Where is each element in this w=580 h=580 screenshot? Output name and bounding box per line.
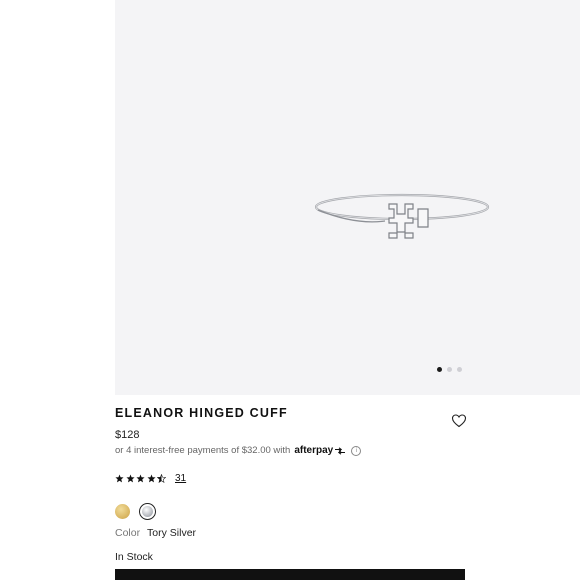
product-image[interactable] <box>115 0 580 395</box>
color-value: Tory Silver <box>147 527 197 539</box>
gallery-dot-3[interactable] <box>457 367 462 372</box>
heart-icon[interactable] <box>451 413 467 429</box>
info-icon[interactable]: i <box>351 445 362 456</box>
half-star-icon <box>157 474 166 483</box>
stock-status: In Stock <box>115 551 153 563</box>
star-icon <box>115 474 124 483</box>
star-icon <box>136 474 145 483</box>
gallery-dot-2[interactable] <box>447 367 452 372</box>
installment-text: or 4 interest-free payments of $32.00 wi… <box>115 445 291 456</box>
gallery-pagination <box>437 367 462 372</box>
bracelet-image <box>315 193 490 239</box>
product-rating[interactable]: 31 <box>115 473 186 484</box>
product-gallery <box>0 0 580 395</box>
star-icon <box>146 474 156 483</box>
afterpay-logo: afterpay <box>294 445 346 456</box>
add-to-bag-button[interactable] <box>115 569 465 580</box>
gallery-dot-1[interactable] <box>437 367 442 372</box>
afterpay-arrows-icon <box>335 446 346 455</box>
swatch-silver-selected[interactable] <box>139 503 156 520</box>
product-price: $128 <box>115 429 140 441</box>
review-count-link[interactable]: 31 <box>175 473 186 484</box>
product-page: ELEANOR HINGED CUFF $128 or 4 interest-f… <box>0 0 580 580</box>
swatch-gold[interactable] <box>115 504 130 519</box>
product-title: ELEANOR HINGED CUFF <box>115 406 288 420</box>
star-rating <box>115 474 166 483</box>
star-icon <box>125 474 135 483</box>
color-swatches <box>115 503 156 520</box>
selected-color: Color Tory Silver <box>115 527 196 539</box>
afterpay-brand: afterpay <box>294 445 334 456</box>
color-label: Color <box>115 527 141 539</box>
product-info: ELEANOR HINGED CUFF $128 or 4 interest-f… <box>115 395 580 580</box>
afterpay-message: or 4 interest-free payments of $32.00 wi… <box>115 445 362 456</box>
